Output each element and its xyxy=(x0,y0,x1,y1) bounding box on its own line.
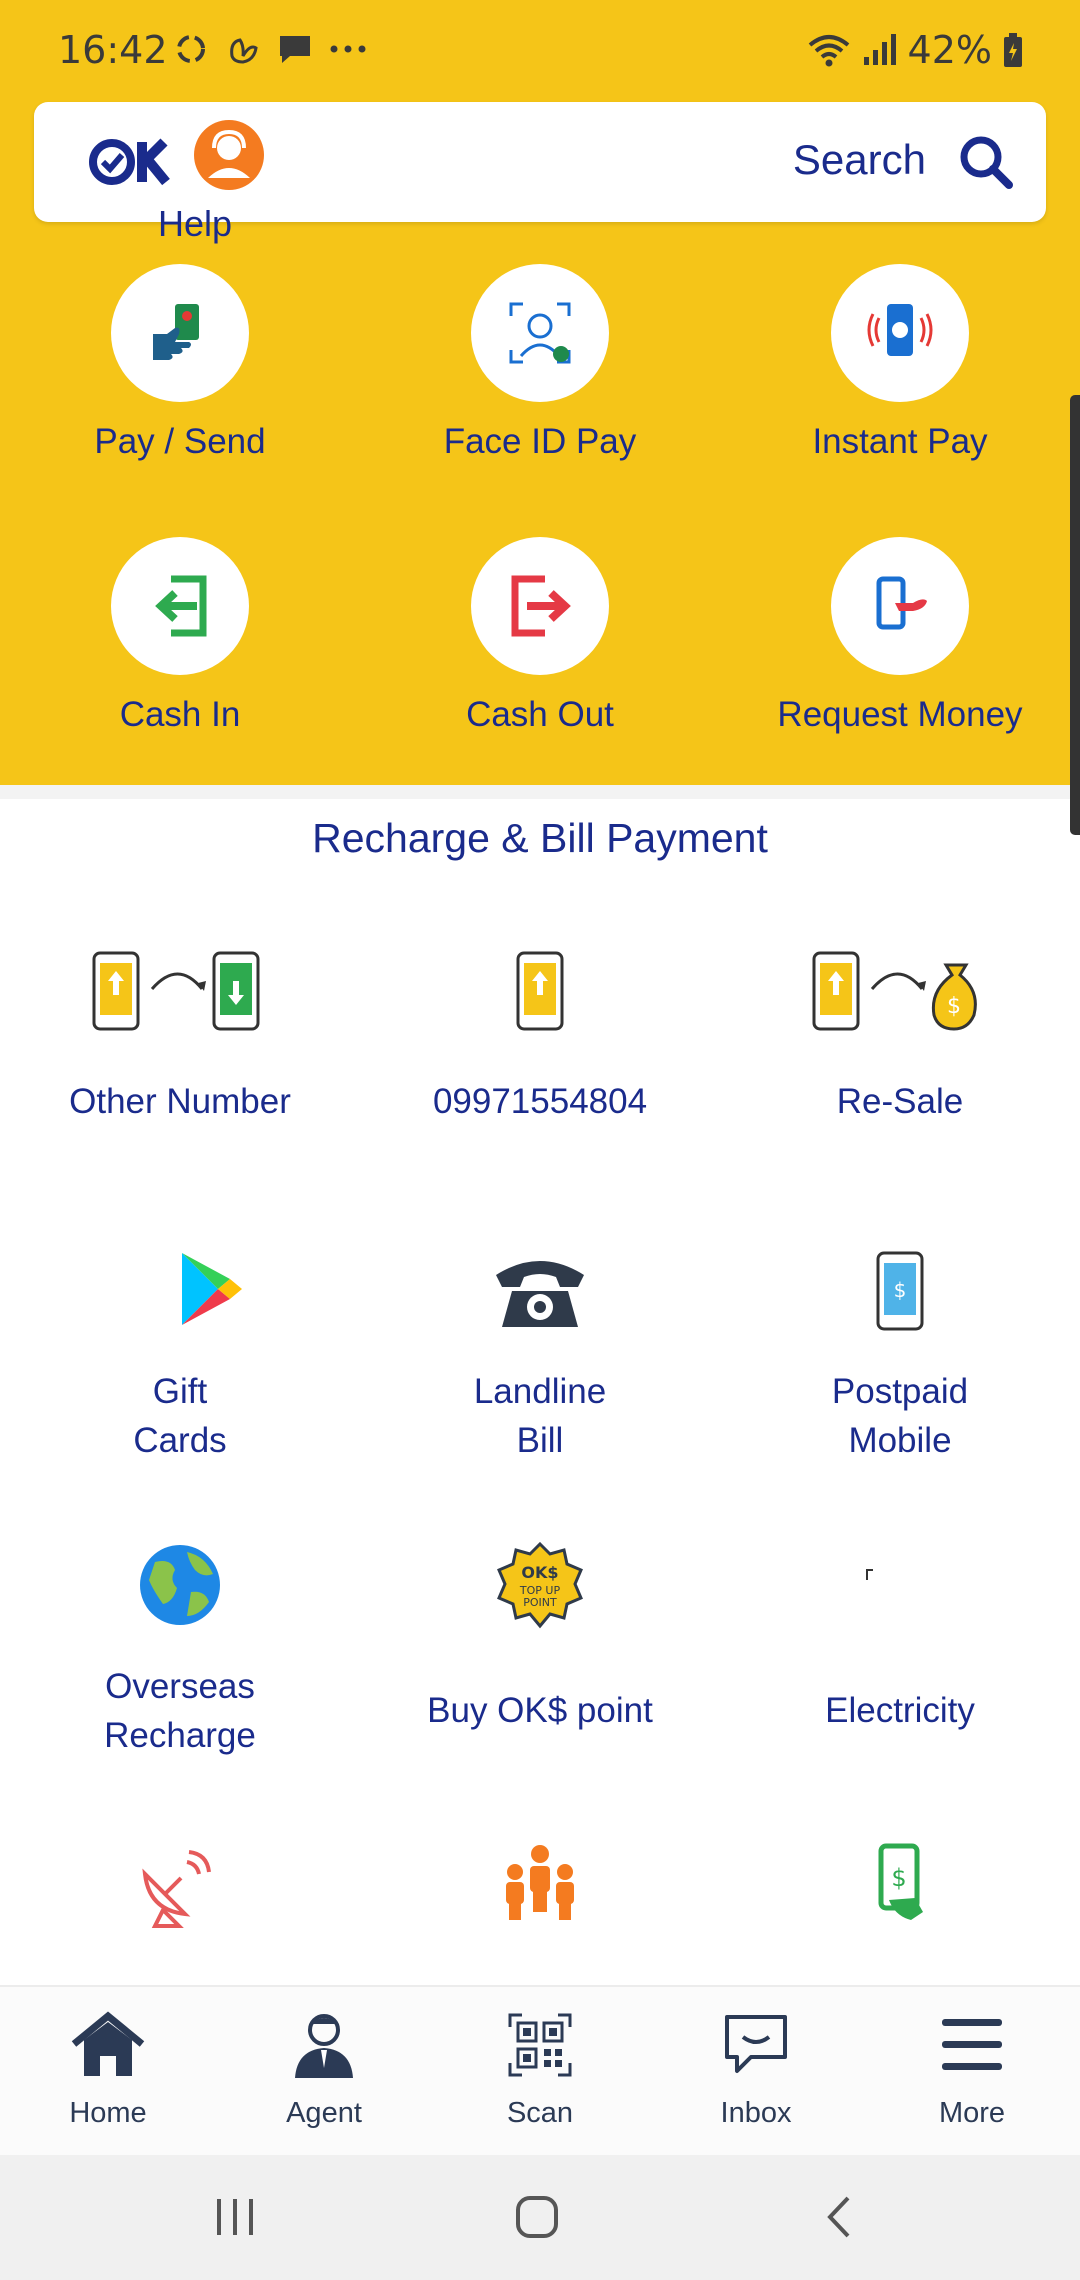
globe-icon xyxy=(140,1545,220,1625)
dth-tile[interactable] xyxy=(0,1830,360,1940)
other-number-icon xyxy=(92,951,260,1031)
bottom-navigation: Home Agent Scan Inbox More xyxy=(0,1985,1080,2155)
gift-cards-tile[interactable]: Gift Cards xyxy=(0,1235,360,1465)
status-time: 16:42 xyxy=(58,28,168,72)
cash-out-icon xyxy=(511,575,571,637)
own-number-tile[interactable]: 09971554804 xyxy=(360,935,720,1126)
back-icon xyxy=(827,2196,850,2238)
signal-icon xyxy=(863,34,896,65)
menu-icon xyxy=(942,2019,1002,2070)
battery-percentage: 42% xyxy=(907,28,992,72)
other-number-tile[interactable]: Other Number xyxy=(0,935,360,1126)
group-icon xyxy=(506,1845,574,1920)
ok-logo-mark xyxy=(89,138,170,186)
inbox-icon xyxy=(725,2015,787,2073)
postpaid-mobile-tile[interactable]: $ Postpaid Mobile xyxy=(720,1235,1080,1465)
more-notifications-icon xyxy=(330,45,366,53)
merchant-tile[interactable]: $ xyxy=(720,1830,1080,1940)
face-id-pay-button[interactable]: Face ID Pay xyxy=(360,264,720,462)
cash-in-icon xyxy=(155,575,207,637)
request-money-button[interactable]: Request Money xyxy=(720,537,1080,735)
search-icon[interactable] xyxy=(956,132,1016,192)
back-button[interactable] xyxy=(805,2185,875,2249)
status-bar: 16:42 42% xyxy=(0,0,1080,100)
svg-text:$: $ xyxy=(947,994,961,1019)
satellite-dish-icon xyxy=(142,1850,211,1928)
svg-text:$: $ xyxy=(894,1278,907,1302)
scrollbar[interactable] xyxy=(1070,395,1080,835)
cash-in-button[interactable]: Cash In xyxy=(0,537,360,735)
recent-apps-icon xyxy=(217,2199,253,2235)
resale-icon: $ xyxy=(812,951,977,1031)
section-title: Recharge & Bill Payment xyxy=(312,815,768,861)
agent-icon xyxy=(295,2014,353,2078)
svg-text:OK$: OK$ xyxy=(521,1563,558,1582)
overseas-recharge-tile[interactable]: Overseas Recharge xyxy=(0,1530,360,1760)
group-tile[interactable] xyxy=(360,1830,720,1940)
play-store-icon xyxy=(182,1253,242,1325)
section-divider xyxy=(0,785,1080,799)
help-label[interactable]: Help xyxy=(158,203,232,245)
own-number-icon xyxy=(516,951,564,1031)
svg-text:$: $ xyxy=(891,1864,906,1892)
request-money-icon xyxy=(876,576,927,630)
postpaid-mobile-icon: $ xyxy=(876,1251,924,1331)
face-id-icon xyxy=(509,302,571,364)
nav-inbox[interactable]: Inbox xyxy=(648,2005,864,2130)
nav-agent[interactable]: Agent xyxy=(216,2005,432,2130)
nav-scan[interactable]: Scan xyxy=(432,2005,648,2130)
battery-icon xyxy=(1004,33,1022,67)
sync-icon xyxy=(177,35,205,63)
home-circle-icon xyxy=(516,2196,558,2238)
home-system-button[interactable] xyxy=(502,2185,572,2249)
nav-home[interactable]: Home xyxy=(0,2005,216,2130)
system-navigation-bar xyxy=(0,2155,1080,2280)
cash-out-button[interactable]: Cash Out xyxy=(360,537,720,735)
recent-apps-button[interactable] xyxy=(200,2185,270,2249)
nav-more[interactable]: More xyxy=(864,2005,1080,2130)
landline-bill-tile[interactable]: Landline Bill xyxy=(360,1235,720,1465)
wifi-icon xyxy=(808,35,849,67)
resale-tile[interactable]: $ Re-Sale xyxy=(720,935,1080,1126)
telephone-icon xyxy=(496,1261,584,1327)
ok-logo xyxy=(84,120,274,200)
home-icon xyxy=(71,2011,145,2076)
notification-icons xyxy=(172,30,368,68)
svg-text:POINT: POINT xyxy=(523,1596,557,1609)
qr-scan-icon xyxy=(508,2013,572,2077)
topup-point-icon: OK$ TOP UP POINT xyxy=(497,1541,583,1629)
electricity-tile[interactable]: Electricity xyxy=(720,1530,1080,1735)
help-icon[interactable] xyxy=(194,120,264,190)
buy-ok-point-tile[interactable]: OK$ TOP UP POINT Buy OK$ point xyxy=(360,1530,720,1735)
pay-send-icon xyxy=(153,304,199,360)
message-icon xyxy=(280,36,310,63)
pay-send-button[interactable]: Pay / Send xyxy=(0,264,360,462)
instant-pay-button[interactable]: Instant Pay xyxy=(720,264,1080,462)
search-label[interactable]: Search xyxy=(793,136,926,184)
merchant-pay-icon: $ xyxy=(878,1843,923,1920)
instant-pay-icon xyxy=(867,304,933,356)
hands-icon xyxy=(230,38,258,64)
system-status-icons: 42% xyxy=(806,28,1024,72)
electricity-icon xyxy=(866,1569,873,1580)
